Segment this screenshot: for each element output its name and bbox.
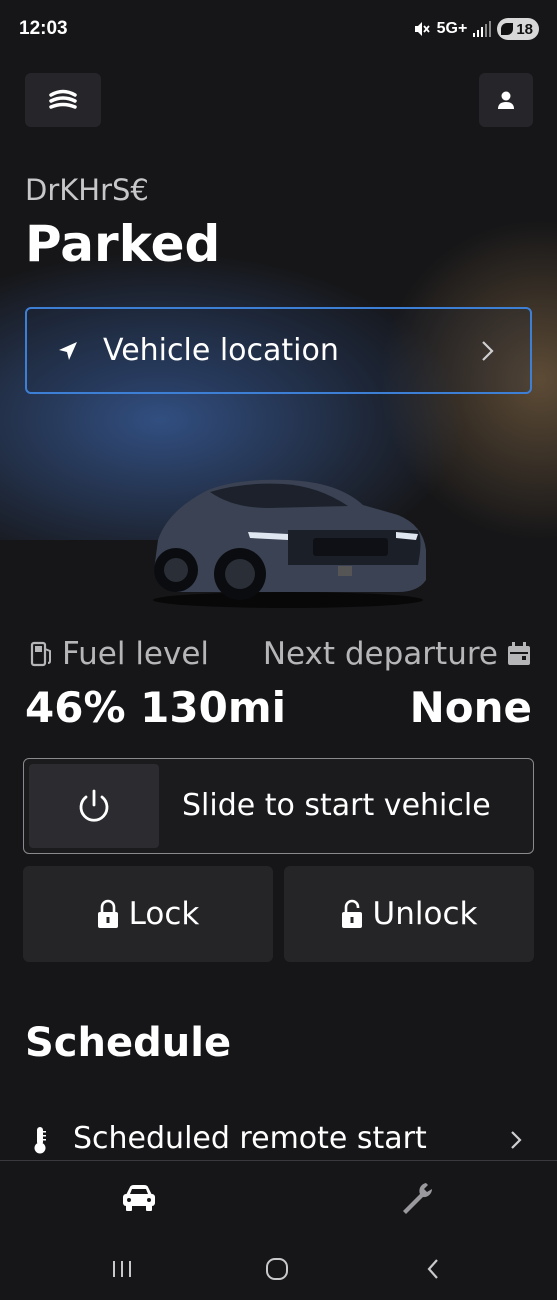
battery-saver-icon (501, 23, 514, 35)
fuel-level-value: 46% 130mi (25, 683, 286, 732)
next-departure-label: Next departure (262, 636, 498, 672)
unlock-button[interactable]: Unlock (284, 866, 534, 962)
status-bar: 12:03 5G+ 18 (0, 0, 557, 60)
status-time: 12:03 (19, 18, 68, 39)
battery-indicator: 18 (497, 18, 539, 40)
vehicle-image (153, 479, 426, 608)
back-icon[interactable] (425, 1257, 441, 1281)
vehicle-location-label: Vehicle location (103, 333, 339, 368)
fuel-level-label-row: Fuel level (30, 636, 209, 672)
person-icon (498, 91, 514, 109)
car-icon[interactable] (120, 1181, 158, 1215)
chevron-right-icon (482, 341, 494, 361)
wrench-icon[interactable] (398, 1179, 436, 1217)
next-departure-value: None (409, 683, 532, 732)
scheduled-remote-start-item[interactable]: Scheduled remote start (0, 1115, 557, 1165)
status-icons: 5G+ 18 (413, 18, 539, 40)
schedule-heading: Schedule (25, 1020, 232, 1066)
start-vehicle-slider[interactable]: Slide to start vehicle (23, 758, 534, 854)
navigation-arrow-icon (59, 341, 77, 360)
home-icon[interactable] (265, 1257, 289, 1281)
fuel-pump-icon (30, 641, 51, 667)
unlock-icon (341, 899, 362, 928)
battery-level: 18 (516, 20, 533, 38)
signal-icon (473, 21, 492, 37)
bottom-navigation (0, 1161, 557, 1241)
lock-button[interactable]: Lock (23, 866, 273, 962)
mute-icon (414, 22, 430, 36)
fuel-level-label: Fuel level (62, 636, 210, 672)
network-label: 5G+ (436, 20, 468, 37)
vehicle-location-button[interactable]: Vehicle location (25, 307, 532, 394)
menu-button[interactable] (25, 73, 101, 127)
slider-label: Slide to start vehicle (182, 788, 491, 823)
recent-apps-icon[interactable] (110, 1258, 134, 1280)
slider-handle[interactable] (29, 764, 159, 848)
unlock-label: Unlock (372, 896, 478, 932)
vehicle-status: Parked (25, 215, 221, 273)
power-icon (79, 789, 109, 822)
layers-menu-icon (49, 89, 77, 109)
scheduled-remote-start-label: Scheduled remote start (73, 1121, 427, 1156)
vehicle-name: DrKHrS€ (25, 173, 149, 207)
chevron-right-icon (511, 1131, 522, 1149)
lock-label: Lock (128, 896, 200, 932)
next-departure-label-row: Next departure (263, 636, 532, 672)
profile-button[interactable] (479, 73, 533, 127)
system-navigation-bar (0, 1240, 557, 1300)
lock-icon (97, 899, 118, 928)
thermometer-icon (34, 1127, 46, 1154)
calendar-icon (508, 642, 530, 665)
app-screen: 12:03 5G+ 18 DrKHrS€ Parked Vehicle loca… (0, 0, 557, 1300)
